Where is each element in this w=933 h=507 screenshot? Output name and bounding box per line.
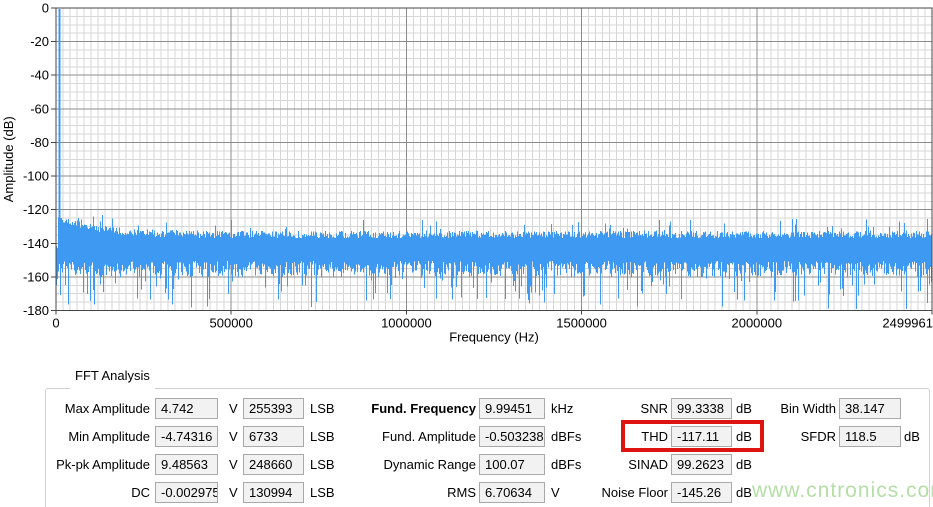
pk-pk-amplitude-v-unit: V [229, 457, 238, 472]
y-tick-label: -160 [23, 269, 49, 284]
sfdr-field[interactable]: 118.5 [839, 426, 901, 447]
y-tick-label: -140 [23, 236, 49, 251]
sfdr-unit: dB [904, 429, 920, 444]
sinad-field[interactable]: 99.2623 [671, 454, 732, 475]
y-tick-label: -80 [30, 135, 49, 150]
x-tick-label: 500000 [210, 316, 253, 331]
rms-field[interactable]: 6.70634 [479, 482, 545, 503]
y-axis-title: Amplitude (dB) [1, 116, 16, 202]
x-tick-label: 2499961 [882, 316, 933, 331]
min-amplitude-label: Min Amplitude [68, 429, 150, 444]
min-amplitude-v-unit: V [229, 429, 238, 444]
rms-unit: V [551, 485, 560, 500]
x-tick-label: 1000000 [381, 316, 432, 331]
sinad-unit: dB [736, 457, 752, 472]
snr-field[interactable]: 99.3338 [671, 398, 732, 419]
dc-lsb-field[interactable]: 130994 [243, 482, 304, 503]
fund-amplitude-label: Fund. Amplitude [382, 429, 476, 444]
x-tick-label: 0 [52, 316, 59, 331]
dc-label: DC [131, 485, 150, 500]
dynamic-range-field[interactable]: 100.07 [479, 454, 545, 475]
bin-width-label: Bin Width [780, 401, 836, 416]
y-tick-label: -100 [23, 169, 49, 184]
fund-frequency-field[interactable]: 9.99451 [479, 398, 545, 419]
rms-label: RMS [447, 485, 476, 500]
y-tick-label: -60 [30, 101, 49, 116]
x-axis-title: Frequency (Hz) [449, 330, 539, 345]
pk-pk-amplitude-lsb-field[interactable]: 248660 [243, 454, 304, 475]
fund-frequency-label: Fund. Frequency [371, 401, 476, 416]
fund-amplitude-field[interactable]: -0.503238 [479, 426, 545, 447]
max-amplitude-label: Max Amplitude [64, 401, 150, 416]
min-amplitude-v-field[interactable]: -4.74316 [155, 426, 218, 447]
dc-v-unit: V [229, 485, 238, 500]
max-amplitude-lsb-unit: LSB [310, 401, 335, 416]
y-tick-label: -120 [23, 202, 49, 217]
sinad-label: SINAD [628, 457, 668, 472]
bin-width-field[interactable]: 38.147 [839, 398, 901, 419]
dc-v-field[interactable]: -0.002975 [155, 482, 218, 503]
dc-lsb-unit: LSB [310, 485, 335, 500]
max-amplitude-v-field[interactable]: 4.742 [155, 398, 218, 419]
y-tick-label: -180 [23, 303, 49, 318]
snr-label: SNR [640, 401, 668, 416]
pk-pk-amplitude-lsb-unit: LSB [310, 457, 335, 472]
min-amplitude-lsb-field[interactable]: 6733 [243, 426, 304, 447]
thd-highlight-rectangle [621, 420, 764, 452]
fft-analyzer-window: 0 -20 -40 -60 -80 -100 -120 -140 -160 -180 0 500000… [0, 0, 933, 507]
y-tick-label: -40 [30, 68, 49, 83]
max-amplitude-lsb-field[interactable]: 255393 [243, 398, 304, 419]
noise-floor-field[interactable]: -145.26 [671, 482, 732, 503]
fft-spectrum-chart: 0 -20 -40 -60 -80 -100 -120 -140 -160 -180 0 500000… [0, 0, 933, 352]
watermark: www.cntronics.com [752, 479, 933, 502]
y-tick-label: 0 [42, 1, 49, 16]
x-tick-label: 1500000 [556, 316, 607, 331]
max-amplitude-v-unit: V [229, 401, 238, 416]
pk-pk-amplitude-label: Pk-pk Amplitude [56, 457, 150, 472]
fft-analysis-legend: FFT Analysis [70, 368, 155, 390]
pk-pk-amplitude-v-field[interactable]: 9.48563 [155, 454, 218, 475]
dynamic-range-label: Dynamic Range [383, 457, 477, 472]
noise-floor-label: Noise Floor [601, 485, 668, 500]
y-tick-label: -20 [30, 34, 49, 49]
noise-floor-unit: dB [736, 485, 752, 500]
min-amplitude-lsb-unit: LSB [310, 429, 335, 444]
x-tick-label: 2000000 [731, 316, 782, 331]
